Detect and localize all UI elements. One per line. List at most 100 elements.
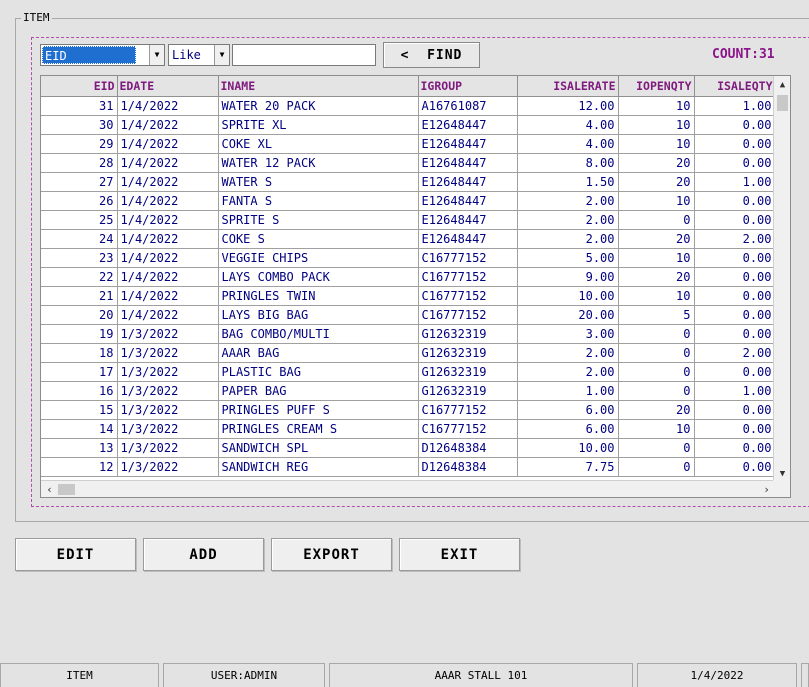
cell-isaleqty[interactable]: 0.00 xyxy=(694,134,776,154)
cell-isaleqty[interactable]: 0.00 xyxy=(694,362,776,382)
cell-iname[interactable]: PAPER BAG xyxy=(218,381,419,401)
cell-isalerate[interactable]: 1.50 xyxy=(517,172,619,192)
cell-iname[interactable]: PRINGLES TWIN xyxy=(218,286,419,306)
cell-isaleqty[interactable]: 1.00 xyxy=(694,172,776,192)
table-row[interactable]: 27 1/4/2022 WATER S E12648447 1.50 20 1.00 xyxy=(41,172,776,192)
cell-eid[interactable]: 18 xyxy=(41,343,118,363)
cell-eid[interactable]: 29 xyxy=(41,134,118,154)
column-header-iname[interactable]: INAME xyxy=(218,76,419,97)
arrow-left-icon[interactable]: ‹ xyxy=(41,481,58,497)
cell-isalerate[interactable]: 8.00 xyxy=(517,153,619,173)
cell-iname[interactable]: PLASTIC BAG xyxy=(218,362,419,382)
cell-isalerate[interactable]: 9.00 xyxy=(517,267,619,287)
cell-isalerate[interactable]: 7.75 xyxy=(517,457,619,477)
cell-iopenqty[interactable]: 20 xyxy=(618,229,695,249)
cell-edate[interactable]: 1/4/2022 xyxy=(117,134,219,154)
cell-eid[interactable]: 17 xyxy=(41,362,118,382)
cell-isalerate[interactable]: 4.00 xyxy=(517,134,619,154)
cell-eid[interactable]: 28 xyxy=(41,153,118,173)
cell-eid[interactable]: 22 xyxy=(41,267,118,287)
cell-isaleqty[interactable]: 1.00 xyxy=(694,381,776,401)
cell-iopenqty[interactable]: 20 xyxy=(618,267,695,287)
cell-eid[interactable]: 14 xyxy=(41,419,118,439)
table-row[interactable]: 31 1/4/2022 WATER 20 PACK A16761087 12.00 10 1… xyxy=(41,96,776,116)
cell-eid[interactable]: 23 xyxy=(41,248,118,268)
column-header-isalerate[interactable]: ISALERATE xyxy=(517,76,619,97)
table-row[interactable]: 17 1/3/2022 PLASTIC BAG G12632319 2.00 0 0.00 xyxy=(41,362,776,382)
cell-iopenqty[interactable]: 0 xyxy=(618,457,695,477)
cell-isaleqty[interactable]: 0.00 xyxy=(694,248,776,268)
add-button[interactable]: ADD xyxy=(143,538,264,571)
find-button[interactable]: < FIND xyxy=(383,42,480,68)
table-row[interactable]: 19 1/3/2022 BAG COMBO/MULTI G12632319 3.00 0 0… xyxy=(41,324,776,344)
cell-iname[interactable]: COKE XL xyxy=(218,134,419,154)
cell-edate[interactable]: 1/3/2022 xyxy=(117,419,219,439)
column-header-igroup[interactable]: IGROUP xyxy=(418,76,518,97)
cell-edate[interactable]: 1/3/2022 xyxy=(117,324,219,344)
cell-isaleqty[interactable]: 2.00 xyxy=(694,343,776,363)
cell-igroup[interactable]: C16777152 xyxy=(418,419,518,439)
cell-isaleqty[interactable]: 0.00 xyxy=(694,153,776,173)
cell-iname[interactable]: SANDWICH SPL xyxy=(218,438,419,458)
cell-eid[interactable]: 20 xyxy=(41,305,118,325)
cell-edate[interactable]: 1/3/2022 xyxy=(117,343,219,363)
horizontal-scrollbar[interactable]: ‹ › xyxy=(41,480,775,497)
cell-edate[interactable]: 1/4/2022 xyxy=(117,172,219,192)
cell-igroup[interactable]: G12632319 xyxy=(418,324,518,344)
cell-iname[interactable]: VEGGIE CHIPS xyxy=(218,248,419,268)
table-row[interactable]: 25 1/4/2022 SPRITE S E12648447 2.00 0 0.00 xyxy=(41,210,776,230)
table-row[interactable]: 13 1/3/2022 SANDWICH SPL D12648384 10.00 0 0.0… xyxy=(41,438,776,458)
cell-isaleqty[interactable]: 0.00 xyxy=(694,419,776,439)
export-button[interactable]: EXPORT xyxy=(271,538,392,571)
cell-iname[interactable]: WATER 12 PACK xyxy=(218,153,419,173)
cell-edate[interactable]: 1/4/2022 xyxy=(117,248,219,268)
cell-iname[interactable]: AAAR BAG xyxy=(218,343,419,363)
cell-isaleqty[interactable]: 2.00 xyxy=(694,229,776,249)
cell-igroup[interactable]: G12632319 xyxy=(418,381,518,401)
cell-igroup[interactable]: E12648447 xyxy=(418,115,518,135)
cell-isalerate[interactable]: 10.00 xyxy=(517,438,619,458)
cell-iname[interactable]: WATER 20 PACK xyxy=(218,96,419,116)
table-row[interactable]: 23 1/4/2022 VEGGIE CHIPS C16777152 5.00 10 0.0… xyxy=(41,248,776,268)
cell-isalerate[interactable]: 6.00 xyxy=(517,400,619,420)
cell-eid[interactable]: 19 xyxy=(41,324,118,344)
cell-edate[interactable]: 1/3/2022 xyxy=(117,457,219,477)
cell-iopenqty[interactable]: 0 xyxy=(618,438,695,458)
cell-iname[interactable]: PRINGLES CREAM S xyxy=(218,419,419,439)
cell-edate[interactable]: 1/3/2022 xyxy=(117,362,219,382)
cell-iname[interactable]: LAYS COMBO PACK xyxy=(218,267,419,287)
cell-isaleqty[interactable]: 0.00 xyxy=(694,267,776,287)
cell-isalerate[interactable]: 12.00 xyxy=(517,96,619,116)
cell-igroup[interactable]: C16777152 xyxy=(418,400,518,420)
cell-igroup[interactable]: D12648384 xyxy=(418,457,518,477)
cell-eid[interactable]: 15 xyxy=(41,400,118,420)
cell-iopenqty[interactable]: 20 xyxy=(618,172,695,192)
column-header-edate[interactable]: EDATE xyxy=(117,76,219,97)
cell-eid[interactable]: 16 xyxy=(41,381,118,401)
cell-isalerate[interactable]: 1.00 xyxy=(517,381,619,401)
cell-eid[interactable]: 30 xyxy=(41,115,118,135)
column-header-isaleqty[interactable]: ISALEQTY xyxy=(694,76,776,97)
cell-iopenqty[interactable]: 10 xyxy=(618,134,695,154)
cell-edate[interactable]: 1/4/2022 xyxy=(117,286,219,306)
cell-igroup[interactable]: D12648384 xyxy=(418,438,518,458)
cell-igroup[interactable]: E12648447 xyxy=(418,191,518,211)
cell-igroup[interactable]: E12648447 xyxy=(418,153,518,173)
edit-button[interactable]: EDIT xyxy=(15,538,136,571)
cell-iopenqty[interactable]: 20 xyxy=(618,153,695,173)
cell-iname[interactable]: SANDWICH REG xyxy=(218,457,419,477)
cell-iopenqty[interactable]: 10 xyxy=(618,96,695,116)
cell-iname[interactable]: FANTA S xyxy=(218,191,419,211)
cell-iopenqty[interactable]: 10 xyxy=(618,248,695,268)
cell-igroup[interactable]: E12648447 xyxy=(418,210,518,230)
arrow-up-icon[interactable]: ▲ xyxy=(774,76,790,93)
cell-isalerate[interactable]: 2.00 xyxy=(517,362,619,382)
table-row[interactable]: 21 1/4/2022 PRINGLES TWIN C16777152 10.00 10 0… xyxy=(41,286,776,306)
cell-isaleqty[interactable]: 0.00 xyxy=(694,457,776,477)
table-row[interactable]: 16 1/3/2022 PAPER BAG G12632319 1.00 0 1.00 xyxy=(41,381,776,401)
cell-iname[interactable]: BAG COMBO/MULTI xyxy=(218,324,419,344)
cell-iname[interactable]: SPRITE XL xyxy=(218,115,419,135)
cell-iopenqty[interactable]: 0 xyxy=(618,343,695,363)
cell-edate[interactable]: 1/4/2022 xyxy=(117,191,219,211)
cell-iopenqty[interactable]: 0 xyxy=(618,324,695,344)
